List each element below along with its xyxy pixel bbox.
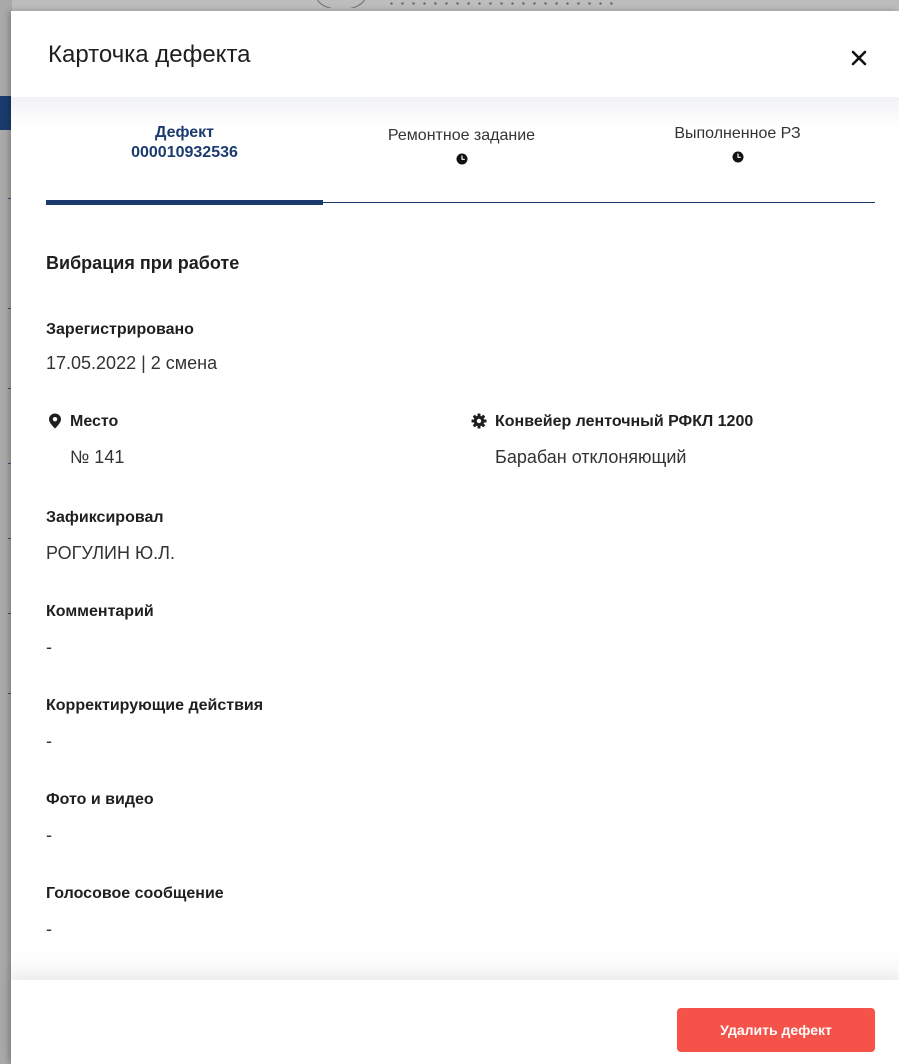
gear-icon [471, 413, 487, 429]
defect-title: Вибрация при работе [46, 253, 240, 273]
background-header [300, 0, 660, 8]
tab-completed-task-label: Выполненное РЗ [674, 125, 801, 142]
registered-value: 17.05.2022 | 2 смена [46, 353, 218, 373]
modal-footer: Удалить дефект [11, 980, 899, 1064]
registered-label: Зарегистрировано [46, 321, 194, 338]
modal-title: Карточка дефекта [48, 41, 251, 68]
active-tab-indicator [46, 200, 323, 205]
equipment-label: Конвейер ленточный РФКЛ 1200 [495, 413, 754, 430]
tab-defect-number: 000010932536 [131, 144, 238, 161]
delete-defect-button[interactable]: Удалить дефект [677, 1008, 875, 1052]
tab-defect-label: Дефект [154, 124, 215, 141]
place-label: Место [70, 413, 119, 430]
tab-defect[interactable]: Дефект 000010932536 [46, 97, 323, 203]
voice-message-label: Голосовое сообщение [46, 885, 224, 902]
tab-completed-task[interactable]: Выполненное РЗ [600, 97, 875, 203]
map-pin-icon [49, 413, 61, 429]
corrective-actions-value: - [46, 731, 52, 751]
voice-message-value: - [46, 919, 52, 939]
tab-repair-task[interactable]: Ремонтное задание [323, 97, 600, 203]
fixed-by-value: РОГУЛИН Ю.Л. [46, 543, 175, 563]
place-value: № 141 [70, 447, 125, 467]
clock-icon [732, 151, 743, 163]
modal-header: Карточка дефекта [11, 11, 899, 97]
photo-video-label: Фото и видео [46, 791, 154, 808]
defect-card-modal: Карточка дефекта Дефект 000010932536 Рем… [11, 11, 899, 1064]
comment-label: Комментарий [46, 603, 154, 620]
photo-video-value: - [46, 825, 52, 845]
close-button[interactable] [842, 41, 876, 75]
tabs-bar: Дефект 000010932536 Ремонтное задание Вы… [11, 97, 899, 207]
equipment-value: Барабан отклоняющий [495, 447, 687, 467]
comment-value: - [46, 637, 52, 657]
tab-repair-task-label: Ремонтное задание [387, 127, 536, 144]
corrective-actions-label: Корректирующие действия [46, 697, 264, 714]
clock-icon [456, 153, 467, 165]
content-fade [11, 951, 899, 980]
fixed-by-label: Зафиксировал [46, 509, 164, 526]
close-icon [851, 50, 867, 66]
